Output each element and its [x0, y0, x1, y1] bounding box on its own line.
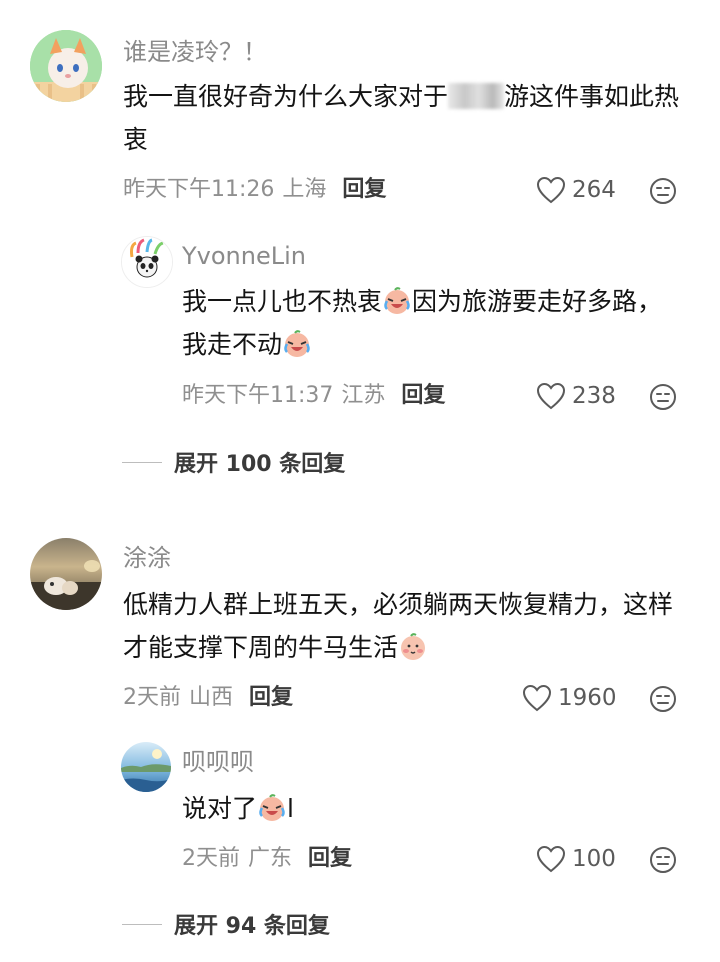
reply-meta: 2天前 广东 回复: [182, 844, 352, 874]
comment-meta: 2天前 山西 回复: [123, 683, 293, 713]
comment-time: 昨天下午11:26: [123, 177, 275, 202]
heart-outline-icon: [536, 382, 566, 410]
blurred-text: [448, 83, 505, 109]
like-button[interactable]: 1960: [522, 683, 617, 713]
like-button[interactable]: 264: [536, 175, 616, 205]
divider-line: [122, 461, 162, 463]
comment-username[interactable]: 涂涂: [123, 543, 171, 573]
unhappy-face-icon: [650, 847, 676, 873]
reply-button[interactable]: 回复: [308, 844, 352, 874]
reply-text-part: 我一点儿也不热衷: [182, 287, 383, 316]
expand-replies-label: 展开 94 条回复: [174, 914, 330, 939]
comment-text: 我一直很好奇为什么大家对于 游这件事如此热衷: [123, 75, 693, 161]
reply-avatar[interactable]: [121, 236, 173, 288]
like-count: 264: [572, 177, 616, 203]
like-count: 100: [572, 846, 616, 872]
avatar-image: [30, 30, 102, 102]
like-button[interactable]: 100: [536, 844, 616, 874]
reply-location: 广东: [248, 846, 293, 871]
expand-replies-button[interactable]: 展开 100 条回复: [122, 446, 345, 478]
reply-username[interactable]: 呗呗呗: [182, 747, 254, 777]
reply-text-part: 说对了: [182, 794, 258, 823]
reply-button[interactable]: 回复: [249, 683, 293, 713]
comment-text-part: 我一直很好奇为什么大家对于: [123, 82, 449, 111]
comment-time: 2天前: [123, 685, 181, 710]
like-count: 1960: [558, 685, 617, 711]
reply-button[interactable]: 回复: [401, 381, 445, 411]
reply-avatar[interactable]: [121, 742, 171, 792]
unhappy-face-icon: [650, 686, 676, 712]
reply-text: 说对了 l: [182, 787, 682, 830]
reply-time: 昨天下午11:37: [182, 383, 334, 408]
comment-location: 山西: [189, 685, 234, 710]
laughing-crying-emoji: [259, 794, 285, 821]
laughing-crying-emoji: [384, 287, 410, 314]
like-button[interactable]: 238: [536, 381, 616, 411]
avatar[interactable]: [30, 538, 102, 610]
laughing-crying-emoji: [284, 330, 310, 357]
comment-location: 上海: [282, 177, 327, 202]
unhappy-face-icon: [650, 384, 676, 410]
dislike-button[interactable]: [649, 383, 677, 415]
like-count: 238: [572, 383, 616, 409]
avatar-image: [30, 538, 102, 610]
comment-text: 低精力人群上班五天，必须躺两天恢复精力，这样才能支撑下周的牛马生活: [123, 583, 693, 669]
comment-meta: 昨天下午11:26 上海 回复: [123, 175, 386, 205]
reply-meta: 昨天下午11:37 江苏 回复: [182, 381, 445, 411]
seaside-avatar-image: [121, 742, 171, 792]
reply-text: 我一点儿也不热衷 因为旅游要走好多路，我走不动: [182, 280, 682, 366]
dislike-button[interactable]: [649, 177, 677, 209]
reply-time: 2天前: [182, 846, 240, 871]
reply-username[interactable]: YvonneLin: [182, 241, 306, 271]
blushing-peach-emoji: [401, 633, 426, 660]
avatar[interactable]: [30, 30, 102, 102]
reply-button[interactable]: 回复: [342, 175, 386, 205]
unhappy-face-icon: [650, 178, 676, 204]
reply-location: 江苏: [341, 383, 386, 408]
reply-text-part: l: [287, 794, 294, 823]
dislike-button[interactable]: [649, 846, 677, 878]
panda-avatar-image: [122, 237, 172, 287]
comment-username[interactable]: 谁是凌玲？！: [123, 37, 267, 67]
dislike-button[interactable]: [649, 685, 677, 717]
heart-outline-icon: [522, 684, 552, 712]
heart-outline-icon: [536, 176, 566, 204]
expand-replies-button[interactable]: 展开 94 条回复: [122, 908, 330, 940]
heart-outline-icon: [536, 845, 566, 873]
expand-replies-label: 展开 100 条回复: [174, 452, 346, 477]
divider-line: [122, 923, 162, 925]
